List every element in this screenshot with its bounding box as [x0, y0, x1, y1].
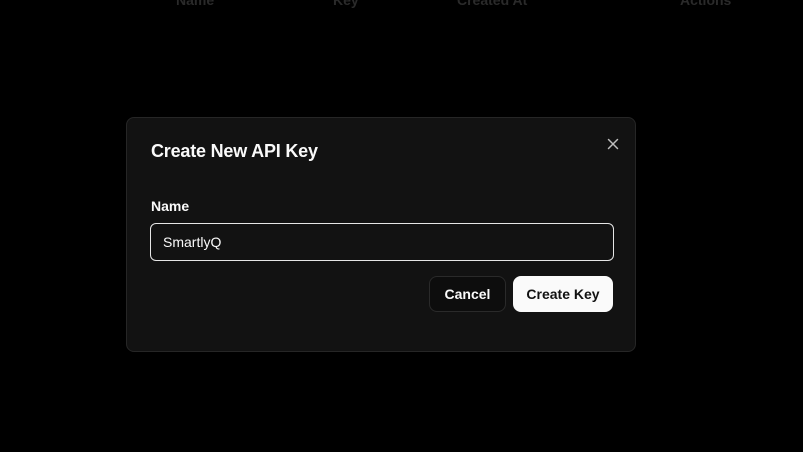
column-header-key: Key [333, 0, 359, 8]
column-header-created-at: Created At [457, 0, 528, 8]
column-header-actions: Actions [680, 0, 732, 8]
name-input[interactable] [150, 223, 614, 261]
column-header-name: Name [176, 0, 215, 8]
modal-overlay[interactable]: Name Key Created At Actions Create New A… [0, 0, 803, 452]
create-api-key-dialog: Create New API Key Name Cancel Create Ke… [126, 117, 636, 352]
api-keys-table-header: Name Key Created At Actions [0, 0, 803, 12]
close-button[interactable] [603, 134, 623, 154]
close-icon [607, 138, 619, 150]
cancel-button[interactable]: Cancel [429, 276, 506, 312]
create-key-button[interactable]: Create Key [513, 276, 613, 312]
dialog-title: Create New API Key [151, 141, 318, 161]
name-field-label: Name [151, 198, 190, 214]
